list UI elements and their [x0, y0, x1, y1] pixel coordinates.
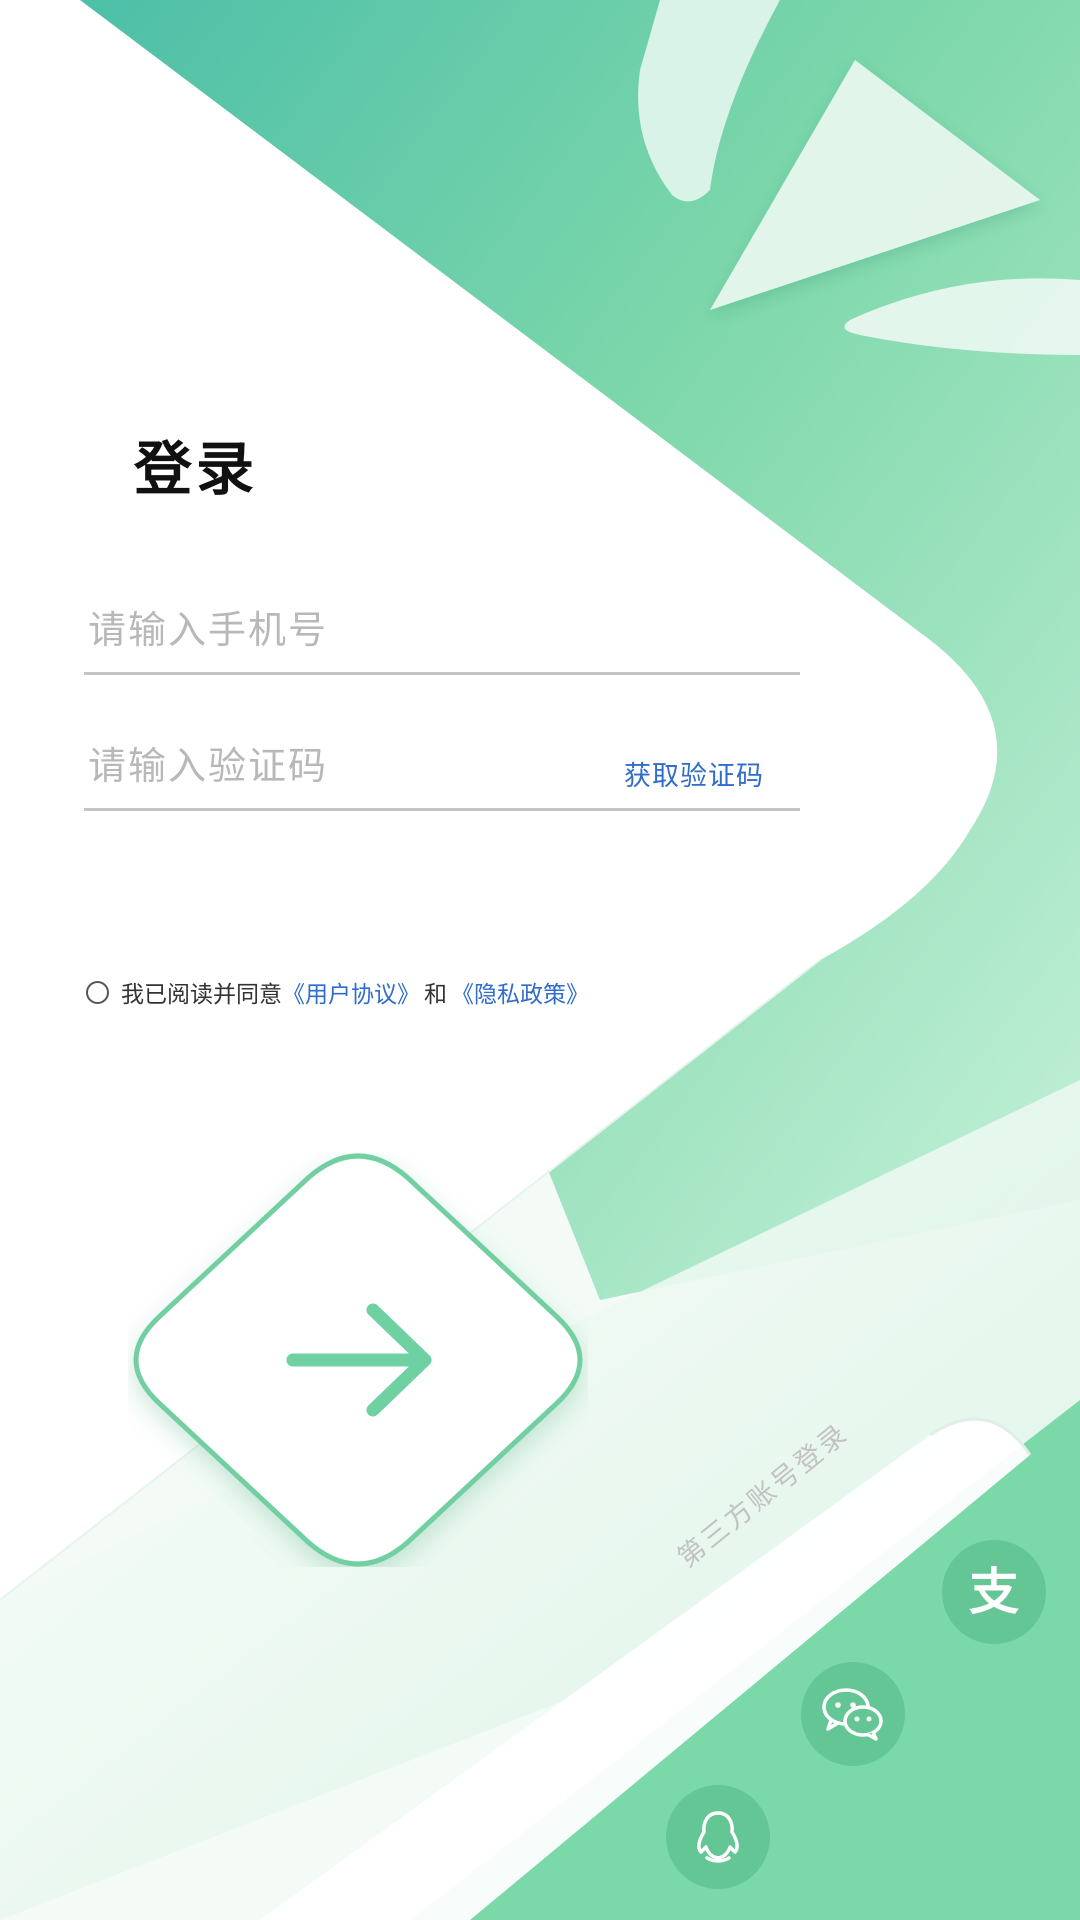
agreement-conjunction: 和: [424, 982, 447, 1008]
arrow-right-icon: [133, 1153, 583, 1567]
phone-field: [84, 592, 800, 675]
wechat-login-button[interactable]: [801, 1662, 905, 1766]
agreement-prefix: 我已阅读并同意: [121, 982, 282, 1008]
alipay-icon: 支: [969, 1563, 1019, 1621]
get-code-button[interactable]: 获取验证码: [624, 754, 764, 793]
verification-code-input[interactable]: [88, 736, 608, 796]
background-graphic: [0, 0, 1080, 1920]
privacy-policy-link[interactable]: 《隐私政策》: [451, 975, 589, 1009]
login-submit-button[interactable]: [128, 1152, 588, 1567]
wechat-icon: [822, 1688, 883, 1741]
qq-icon: [697, 1811, 739, 1863]
user-agreement-link[interactable]: 《用户协议》: [282, 975, 420, 1009]
agree-radio[interactable]: [86, 980, 109, 1004]
alipay-login-button[interactable]: 支: [942, 1540, 1046, 1644]
agreement-row: 我已阅读并同意 《用户协议》 和 《隐私政策》: [86, 975, 589, 1009]
qq-login-button[interactable]: [666, 1785, 770, 1889]
phone-input[interactable]: [88, 600, 608, 660]
page-title: 登录: [134, 435, 259, 503]
code-field: 获取验证码: [84, 728, 800, 811]
